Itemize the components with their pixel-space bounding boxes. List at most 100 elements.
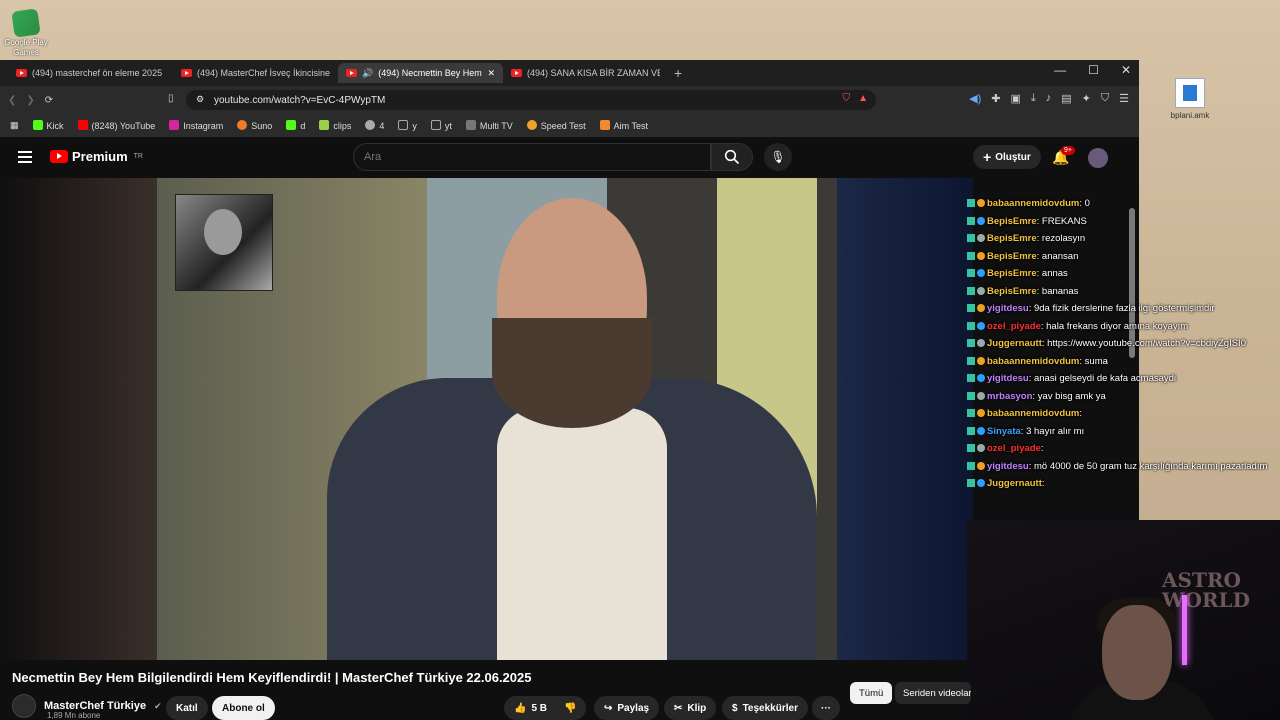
subscriber-badge-icon	[967, 444, 975, 452]
bookmark-item[interactable]: Speed Test	[526, 120, 586, 131]
subscriber-badge-icon	[967, 426, 975, 435]
search-input[interactable]	[353, 143, 711, 171]
search-button[interactable]	[711, 143, 753, 171]
bookmark-item[interactable]: d	[286, 120, 305, 131]
bookmark-item[interactable]: clips	[319, 120, 351, 131]
account-avatar[interactable]	[1088, 148, 1108, 168]
chat-username[interactable]: Juggernautt	[987, 338, 1042, 349]
join-button[interactable]: Katıl	[166, 696, 208, 720]
chat-username[interactable]: yigitdesu	[987, 461, 1029, 472]
chat-username[interactable]: BepisEmre	[987, 251, 1037, 262]
chat-username[interactable]: BepisEmre	[987, 233, 1037, 244]
ai-icon[interactable]: ✦	[1082, 92, 1091, 105]
close-tab-icon[interactable]: ✕	[487, 68, 495, 79]
subscriber-badge-icon	[967, 269, 975, 277]
browser-tab-active[interactable]: 🔊 (494) Necmettin Bey Hem Bil ✕	[338, 63, 503, 83]
chat-badge-icon	[977, 444, 985, 452]
download-icon[interactable]: ⤓	[1031, 92, 1036, 105]
close-window-icon[interactable]: ✕	[1121, 63, 1131, 77]
chat-badge-icon	[977, 356, 985, 365]
wallet-icon[interactable]: ▤	[1061, 92, 1071, 105]
google-play-games-shortcut[interactable]: Google Play Games	[4, 8, 48, 58]
bookmark-item[interactable]: 4	[365, 120, 384, 131]
url-field[interactable]: ⚙ youtube.com/watch?v=EvC-4PWypTM ⛉ ▲	[186, 90, 876, 110]
vpn-icon[interactable]: ⛉	[1101, 92, 1109, 105]
chat-username[interactable]: babaannemidovdum	[987, 408, 1079, 419]
chat-message: babaannemidovdum:	[967, 405, 1280, 423]
maximize-icon[interactable]: ☐	[1088, 63, 1099, 77]
browser-tab[interactable]: (494) masterchef ön eleme 2025 - Yo	[8, 63, 173, 83]
filter-chip-all[interactable]: Tümü	[850, 682, 893, 704]
more-actions-button[interactable]: ···	[812, 696, 840, 720]
chat-text: 0	[1084, 198, 1090, 209]
youtube-logo[interactable]: Premium TR	[50, 149, 143, 164]
thanks-label: Teşekkürler	[742, 702, 798, 714]
like-button[interactable]: 👍 5 B	[504, 696, 558, 720]
chat-username[interactable]: BepisEmre	[987, 268, 1037, 279]
desktop-file-label: bplani.amk	[1170, 111, 1210, 120]
bookmark-item[interactable]: Instagram	[169, 120, 223, 131]
hamburger-menu-icon[interactable]	[18, 151, 32, 166]
browser-tab[interactable]: (494) SANA KISA BİR ZAMAN VERİYO	[503, 63, 668, 83]
chat-username[interactable]: babaannemidovdum	[987, 356, 1079, 367]
chat-message: BepisEmre: bananas	[967, 283, 1280, 301]
site-info-icon[interactable]: ⚙	[196, 94, 204, 105]
browser-tab[interactable]: (494) MasterChef İsveç İkincisine Kaş	[173, 63, 338, 83]
bookmark-folder[interactable]: yt	[430, 120, 452, 131]
youtube-favicon-icon	[16, 69, 27, 77]
share-button[interactable]: ↪ Paylaş	[594, 696, 660, 720]
channel-avatar[interactable]	[12, 694, 36, 718]
minimize-icon[interactable]: —	[1054, 63, 1066, 77]
music-icon[interactable]: ♪	[1046, 92, 1052, 105]
subscriber-badge-icon	[967, 251, 975, 260]
like-count: 5 B	[531, 702, 548, 714]
audio-icon[interactable]: ◀)	[969, 92, 981, 105]
chat-username[interactable]: ozel_piyade	[987, 443, 1041, 454]
bookmark-folder[interactable]: y	[398, 120, 417, 131]
subscriber-badge-icon	[967, 199, 975, 207]
chat-username[interactable]: BepisEmre	[987, 216, 1037, 227]
browser-menu-icon[interactable]: ☰	[1119, 92, 1129, 105]
clip-button[interactable]: ✂ Klip	[664, 696, 717, 720]
bookmark-item[interactable]: Suno	[237, 120, 272, 131]
chat-username[interactable]: Sinyata	[987, 426, 1021, 437]
chat-username[interactable]: mrbasyon	[987, 391, 1032, 402]
chat-text: rezolasyın	[1041, 233, 1086, 244]
address-bar-row: ❮ ❯ ⟳ ▯ ⚙ youtube.com/watch?v=EvC-4PWypT…	[0, 86, 1139, 114]
filter-chip-series[interactable]: Seriden videolar	[895, 682, 971, 704]
back-icon[interactable]: ❮	[8, 95, 16, 106]
chat-badge-icon	[977, 304, 985, 312]
chat-username[interactable]: yigitdesu	[987, 373, 1029, 384]
thanks-button[interactable]: $ Teşekkürler	[722, 696, 808, 720]
bookmark-item[interactable]: (8248) YouTube	[77, 120, 155, 131]
subscribe-button[interactable]: Abone ol	[212, 696, 275, 720]
bookmark-item[interactable]: Multi TV	[465, 120, 513, 131]
new-tab-button[interactable]: +	[674, 65, 682, 81]
chat-username[interactable]: Juggernautt	[987, 478, 1042, 489]
chat-username[interactable]: BepisEmre	[987, 286, 1037, 297]
speaker-icon[interactable]: 🔊	[362, 68, 373, 79]
chat-username[interactable]: yigitdesu	[987, 303, 1029, 314]
apps-grid-icon[interactable]: ▦	[10, 120, 19, 131]
rewards-icon[interactable]: ▲	[858, 93, 868, 104]
bookmark-item[interactable]: Kick	[32, 120, 64, 131]
voice-search-button[interactable]: 🎙	[764, 143, 792, 171]
screenshot-icon[interactable]: ▣	[1010, 92, 1020, 105]
bookmark-item[interactable]: Aim Test	[599, 120, 648, 131]
chat-badge-icon	[977, 339, 985, 347]
extensions-icon[interactable]: ✚	[991, 92, 1000, 105]
chat-text: bananas	[1041, 285, 1079, 297]
chat-badge-icon	[977, 251, 985, 260]
bookmark-page-icon[interactable]: ▯	[168, 93, 174, 104]
desktop-file-shortcut[interactable]: bplani.amk	[1166, 78, 1214, 120]
dislike-button[interactable]: 👎	[554, 696, 587, 720]
verified-icon: ✔	[154, 700, 162, 711]
create-button[interactable]: + Oluştur	[973, 145, 1041, 169]
chat-username[interactable]: babaannemidovdum	[987, 198, 1079, 209]
chat-badge-icon	[977, 286, 985, 295]
reload-icon[interactable]: ⟳	[45, 95, 53, 106]
brave-shield-icon[interactable]: ⛉	[843, 93, 851, 104]
video-player[interactable]	[157, 178, 973, 660]
chat-username[interactable]: ozel_piyade	[987, 321, 1041, 332]
forward-icon[interactable]: ❯	[26, 95, 34, 106]
